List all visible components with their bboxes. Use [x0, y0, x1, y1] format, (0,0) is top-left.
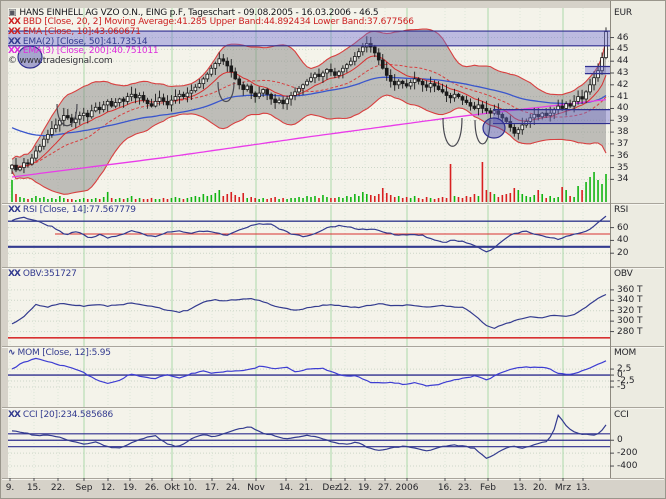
- price-axis-unit: EUR: [614, 8, 632, 18]
- rsi-axis-name: RSI: [614, 205, 628, 215]
- x-tick-label: 13.: [576, 483, 590, 493]
- legend-ema10[interactable]: XXEMA [Close, 10]:43.060671: [8, 27, 141, 37]
- legend-ema200-text: EMA(3) [Close, 200]:40.751011: [23, 46, 159, 56]
- x-tick-label: 13.: [513, 483, 527, 493]
- watermark: © www.tradesignal.com: [8, 56, 112, 66]
- y-tick-label: 20: [617, 248, 628, 258]
- obv-axis-name: OBV: [614, 269, 633, 279]
- x-tick-label: 17.: [205, 483, 219, 493]
- copyright-text: © www.tradesignal.com: [8, 56, 112, 66]
- x-tick-label: 21.: [299, 483, 313, 493]
- y-tick-label: 43: [617, 68, 628, 78]
- x-tick-label: 24.: [226, 483, 240, 493]
- y-tick-label: 44: [617, 56, 628, 66]
- legend-ema200[interactable]: XXEMA(3) [Close, 200]:40.751011: [8, 46, 158, 56]
- y-tick-label: 46: [617, 33, 628, 43]
- y-tick-label: 360 T: [617, 285, 643, 295]
- legend-obv-text: OBV:351727: [23, 269, 77, 279]
- indicator-line-icon: XX: [8, 27, 20, 37]
- indicator-line-icon: XX: [8, 205, 20, 215]
- x-tick-label: 14.: [279, 483, 293, 493]
- legend-rsi[interactable]: XXRSI [Close, 14]:77.567779: [8, 205, 136, 215]
- indicator-line-icon: XX: [8, 17, 20, 27]
- chart-canvas[interactable]: [0, 0, 666, 499]
- y-tick-label: 45: [617, 44, 628, 54]
- y-tick-label: 34: [617, 174, 628, 184]
- legend-cci[interactable]: XXCCI [20]:234.585686: [8, 410, 113, 420]
- indicator-line-icon: XX: [8, 269, 20, 279]
- y-tick-label: 40: [617, 235, 628, 245]
- legend-bbd-text: BBD [Close, 20, 2] Moving Average:41.285…: [23, 17, 414, 27]
- y-tick-label: -200: [617, 448, 637, 458]
- x-tick-label: 9.: [6, 483, 15, 493]
- x-tick-label: 15.: [27, 483, 41, 493]
- mom-axis-name: MOM: [614, 348, 636, 358]
- x-tick-label: 22.: [51, 483, 65, 493]
- legend-mom-text: MOM [Close, 12]:5.95: [18, 348, 111, 358]
- legend-ema10-text: EMA [Close, 10]:43.060671: [23, 27, 141, 37]
- y-tick-label: 280 T: [617, 327, 643, 337]
- x-tick-label: Okt: [164, 483, 180, 493]
- x-tick-label: Feb: [480, 483, 496, 493]
- x-tick-label: 19.: [358, 483, 372, 493]
- x-tick-label: Sep: [76, 483, 93, 493]
- x-tick-label: Mrz: [555, 483, 571, 493]
- x-tick-label: 19.: [123, 483, 137, 493]
- y-tick-label: 40: [617, 103, 628, 113]
- cci-axis-name: CCI: [614, 410, 629, 420]
- x-tick-label: 26.: [145, 483, 159, 493]
- x-tick-label: 12.: [338, 483, 352, 493]
- legend-rsi-text: RSI [Close, 14]:77.567779: [23, 205, 136, 215]
- y-tick-label: 60: [617, 223, 628, 233]
- y-tick-label: 0: [617, 435, 623, 445]
- y-tick-label: 37: [617, 139, 628, 149]
- indicator-line-icon: XX: [8, 46, 20, 56]
- y-tick-label: 42: [617, 80, 628, 90]
- legend-cci-text: CCI [20]:234.585686: [23, 410, 113, 420]
- y-tick-label: -5: [617, 382, 626, 392]
- tradesignal-chart-window: ▣HANS EINHELL AG VZO O.N., EING p.F, Tag…: [0, 0, 666, 499]
- y-tick-label: 320 T: [617, 306, 643, 316]
- zigzag-line-icon: ∿: [8, 348, 15, 358]
- y-tick-label: 35: [617, 163, 628, 173]
- x-tick-label: 23.: [458, 483, 472, 493]
- x-tick-label: 20.: [533, 483, 547, 493]
- y-tick-label: -400: [617, 461, 637, 471]
- y-tick-label: 41: [617, 92, 628, 102]
- x-tick-label: 27.: [378, 483, 392, 493]
- legend-mom[interactable]: ∿MOM [Close, 12]:5.95: [8, 348, 111, 358]
- y-tick-label: 36: [617, 151, 628, 161]
- x-tick-label: 2006: [396, 483, 419, 493]
- y-tick-label: 39: [617, 115, 628, 125]
- x-tick-label: Nov: [247, 483, 265, 493]
- indicator-line-icon: XX: [8, 410, 20, 420]
- y-tick-label: 38: [617, 127, 628, 137]
- legend-bbd[interactable]: XXBBD [Close, 20, 2] Moving Average:41.2…: [8, 17, 414, 27]
- x-tick-label: 12.: [101, 483, 115, 493]
- x-tick-label: 10.: [183, 483, 197, 493]
- x-tick-label: 16.: [438, 483, 452, 493]
- y-tick-label: 300 T: [617, 316, 643, 326]
- legend-obv[interactable]: XXOBV:351727: [8, 269, 77, 279]
- y-tick-label: 340 T: [617, 295, 643, 305]
